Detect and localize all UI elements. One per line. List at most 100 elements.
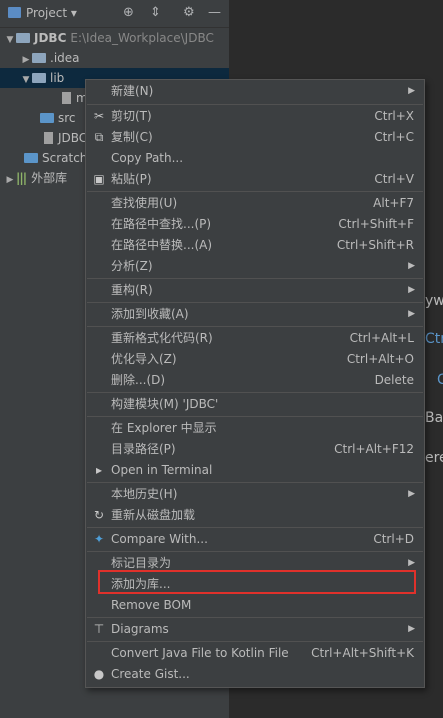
clipboard-icon: ▣ bbox=[93, 172, 105, 186]
tree-label: src bbox=[58, 111, 76, 125]
menu-label: 构建模块(M) 'JDBC' bbox=[111, 397, 219, 411]
menu-label: 重新格式化代码(R) bbox=[111, 331, 213, 345]
menu-separator bbox=[87, 617, 423, 618]
menu-item-replace-in-path[interactable]: 在路径中替换...(A) Ctrl+Shift+R bbox=[86, 235, 424, 256]
menu-item-diagrams[interactable]: ⊤ Diagrams ▶ bbox=[86, 619, 424, 640]
menu-item-local-history[interactable]: 本地历史(H) ▶ bbox=[86, 484, 424, 505]
menu-shortcut: Ctrl+X bbox=[374, 109, 414, 123]
tree-row-idea[interactable]: ▶ .idea bbox=[20, 48, 80, 68]
copy-icon: ⧉ bbox=[94, 130, 104, 144]
editor-text: Ba bbox=[425, 410, 443, 426]
menu-label: 查找使用(U) bbox=[111, 196, 178, 210]
menu-separator bbox=[87, 551, 423, 552]
project-title: Project bbox=[26, 6, 68, 20]
menu-separator bbox=[87, 527, 423, 528]
collapse-icon[interactable]: ▶ bbox=[4, 170, 16, 190]
menu-item-reload-disk[interactable]: ↻ 重新从磁盘加载 bbox=[86, 505, 424, 526]
menu-shortcut: Delete bbox=[374, 373, 414, 387]
collapse-icon[interactable]: ⇕ bbox=[150, 5, 161, 20]
tree-label: 外部库 bbox=[31, 171, 68, 185]
menu-label: 添加到收藏(A) bbox=[111, 307, 189, 321]
menu-label: 复制(C) bbox=[111, 130, 153, 144]
menu-item-optimize-imports[interactable]: 优化导入(Z) Ctrl+Alt+O bbox=[86, 349, 424, 370]
menu-label: 在 Explorer 中显示 bbox=[111, 421, 217, 435]
menu-item-cut[interactable]: ✂ 剪切(T) Ctrl+X bbox=[86, 106, 424, 127]
menu-label: 分析(Z) bbox=[111, 259, 153, 273]
module-icon bbox=[16, 33, 30, 43]
collapse-icon[interactable]: ▶ bbox=[20, 50, 32, 70]
menu-item-delete[interactable]: 删除...(D) Delete bbox=[86, 370, 424, 391]
tree-label: .idea bbox=[50, 51, 80, 65]
menu-item-build-module[interactable]: 构建模块(M) 'JDBC' bbox=[86, 394, 424, 415]
tree-row-iml[interactable]: JDBC bbox=[44, 128, 87, 148]
submenu-arrow-icon: ▶ bbox=[408, 624, 415, 634]
github-icon: ● bbox=[93, 667, 105, 681]
menu-item-add-favorites[interactable]: 添加到收藏(A) ▶ bbox=[86, 304, 424, 325]
menu-label: 本地历史(H) bbox=[111, 487, 178, 501]
hide-icon[interactable]: — bbox=[208, 5, 221, 20]
menu-item-find-in-path[interactable]: 在路径中查找...(P) Ctrl+Shift+F bbox=[86, 214, 424, 235]
menu-item-paste[interactable]: ▣ 粘贴(P) Ctrl+V bbox=[86, 169, 424, 190]
editor-text: yw bbox=[425, 293, 443, 309]
menu-label: Diagrams bbox=[111, 622, 169, 636]
menu-label: 在路径中查找...(P) bbox=[111, 217, 212, 231]
menu-item-dir-path[interactable]: 目录路径(P) Ctrl+Alt+F12 bbox=[86, 439, 424, 460]
scratches-icon bbox=[24, 153, 38, 163]
menu-label: Create Gist... bbox=[111, 667, 190, 681]
tree-row-external[interactable]: ▶ ||| 外部库 bbox=[4, 168, 68, 190]
menu-label: 重新从磁盘加载 bbox=[111, 508, 196, 522]
menu-shortcut: Alt+F7 bbox=[373, 196, 414, 210]
gear-icon[interactable]: ⚙ bbox=[183, 5, 195, 20]
menu-shortcut: Ctrl+Alt+F12 bbox=[334, 442, 414, 456]
menu-label: 在路径中替换...(A) bbox=[111, 238, 213, 252]
highlight-box bbox=[98, 570, 416, 594]
menu-separator bbox=[87, 416, 423, 417]
menu-shortcut: Ctrl+Alt+L bbox=[349, 331, 414, 345]
menu-item-show-explorer[interactable]: 在 Explorer 中显示 bbox=[86, 418, 424, 439]
terminal-icon: ▸ bbox=[95, 463, 103, 477]
tree-row-jdbc[interactable]: ▼ JDBC E:\Idea_Workplace\JDBC bbox=[4, 28, 214, 48]
menu-separator bbox=[87, 104, 423, 105]
menu-item-find-usages[interactable]: 查找使用(U) Alt+F7 bbox=[86, 193, 424, 214]
menu-item-remove-bom[interactable]: Remove BOM bbox=[86, 595, 424, 616]
menu-separator bbox=[87, 191, 423, 192]
expand-icon[interactable]: ▼ bbox=[20, 70, 32, 90]
editor-text: Ctr bbox=[425, 331, 443, 347]
menu-label: 粘贴(P) bbox=[111, 172, 152, 186]
project-icon bbox=[8, 7, 21, 18]
compare-icon: ✦ bbox=[93, 532, 105, 546]
menu-label: Open in Terminal bbox=[111, 463, 213, 477]
menu-label: Convert Java File to Kotlin File bbox=[111, 646, 289, 660]
menu-label: 重构(R) bbox=[111, 283, 153, 297]
menu-label: 优化导入(Z) bbox=[111, 352, 177, 366]
menu-item-compare-with[interactable]: ✦ Compare With... Ctrl+D bbox=[86, 529, 424, 550]
target-icon[interactable]: ⊕ bbox=[123, 5, 134, 20]
expand-icon[interactable]: ▼ bbox=[4, 30, 16, 50]
menu-item-new[interactable]: 新建(N) ▶ bbox=[86, 81, 424, 102]
tree-row-src[interactable]: src bbox=[40, 108, 76, 128]
menu-shortcut: Ctrl+Shift+F bbox=[338, 217, 414, 231]
tree-root-path: E:\Idea_Workplace\JDBC bbox=[70, 31, 214, 45]
tree-row-lib-child[interactable]: m bbox=[62, 88, 88, 108]
menu-shortcut: Ctrl+C bbox=[374, 130, 414, 144]
file-icon bbox=[44, 132, 53, 144]
menu-item-create-gist[interactable]: ● Create Gist... bbox=[86, 664, 424, 685]
menu-shortcut: Ctrl+V bbox=[374, 172, 414, 186]
library-icon: ||| bbox=[16, 171, 27, 185]
menu-item-copy-path[interactable]: Copy Path... bbox=[86, 148, 424, 169]
folder-icon bbox=[32, 73, 46, 83]
menu-item-open-terminal[interactable]: ▸ Open in Terminal bbox=[86, 460, 424, 481]
menu-item-copy[interactable]: ⧉ 复制(C) Ctrl+C bbox=[86, 127, 424, 148]
menu-separator bbox=[87, 326, 423, 327]
menu-item-analyze[interactable]: 分析(Z) ▶ bbox=[86, 256, 424, 277]
source-folder-icon bbox=[40, 113, 54, 123]
diagram-icon: ⊤ bbox=[93, 622, 105, 636]
scissors-icon: ✂ bbox=[93, 109, 105, 123]
menu-label: 新建(N) bbox=[111, 84, 154, 98]
tree-label: lib bbox=[50, 71, 65, 85]
menu-item-refactor[interactable]: 重构(R) ▶ bbox=[86, 280, 424, 301]
menu-item-reformat[interactable]: 重新格式化代码(R) Ctrl+Alt+L bbox=[86, 328, 424, 349]
refresh-icon: ↻ bbox=[93, 508, 105, 522]
project-view-dropdown[interactable]: Project ▾ bbox=[8, 6, 77, 20]
menu-item-convert-kotlin[interactable]: Convert Java File to Kotlin File Ctrl+Alt… bbox=[86, 643, 424, 664]
